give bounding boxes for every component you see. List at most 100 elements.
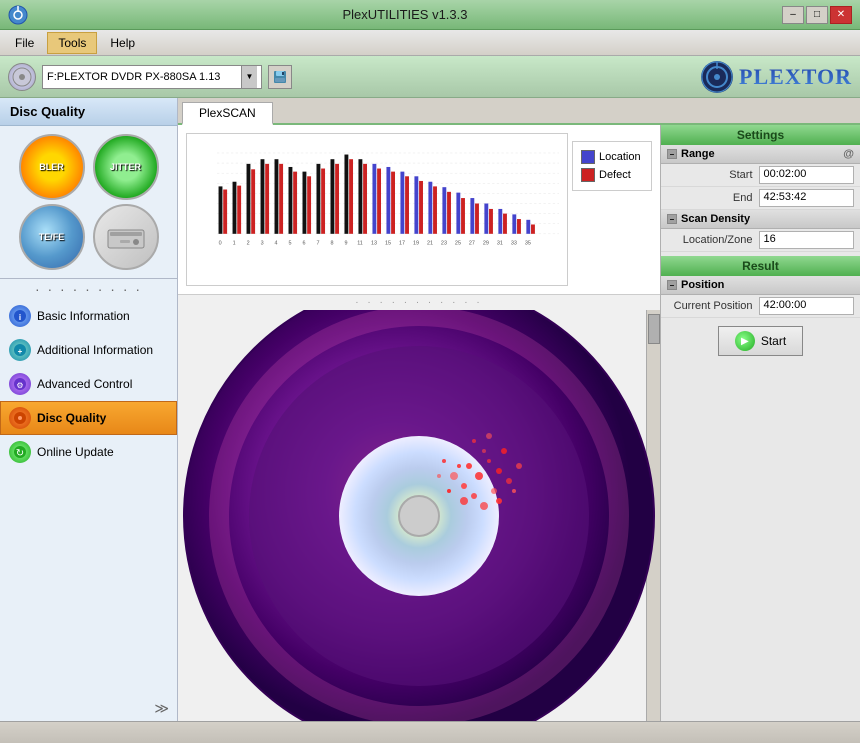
disc-visualization <box>179 310 659 721</box>
bar-group-20 <box>498 209 507 234</box>
bar-group-2 <box>247 164 256 234</box>
bar-group-19 <box>484 204 493 234</box>
drive-label: F:PLEXTOR DVDR PX-880SA 1.13 <box>47 71 220 83</box>
start-btn-container: ▶ Start <box>661 318 860 364</box>
sidebar-item-disc-quality[interactable]: Disc Quality <box>0 401 177 435</box>
at-icon: @ <box>843 148 854 160</box>
start-icon: ▶ <box>735 331 755 351</box>
nav-label-additional-information: Additional Information <box>37 343 153 357</box>
main-content-split: 16 14 12 10 8 6 4 2 0 <box>178 125 860 721</box>
window-controls: – □ ✕ <box>782 6 852 24</box>
start-value[interactable]: 00:02:00 <box>759 166 855 184</box>
svg-text:⚙: ⚙ <box>16 381 23 390</box>
nav-icon-additional: + <box>9 339 31 361</box>
center-content: 16 14 12 10 8 6 4 2 0 <box>178 125 660 721</box>
nav-icon-online-update: ↻ <box>9 441 31 463</box>
bler-button[interactable]: BLER <box>19 134 85 200</box>
nav-icon-basic: i <box>9 305 31 327</box>
sidebar-icon-row-1: BLER JITTER <box>19 134 159 200</box>
sidebar: Disc Quality BLER JITTER TE/FE <box>0 98 178 721</box>
drive-icon <box>8 63 36 91</box>
nav-label-online-update: Online Update <box>37 445 114 459</box>
settings-header: Settings <box>661 125 860 145</box>
svg-text:29: 29 <box>483 241 489 247</box>
minimize-button[interactable]: – <box>782 6 804 24</box>
drive-button[interactable] <box>93 204 159 270</box>
bar-group-7 <box>316 164 325 234</box>
range-collapse-btn[interactable]: – <box>667 149 677 159</box>
start-button[interactable]: ▶ Start <box>718 326 803 356</box>
svg-text:13: 13 <box>371 241 377 247</box>
start-row: Start 00:02:00 <box>661 164 860 187</box>
scan-density-collapse-btn[interactable]: – <box>667 214 677 224</box>
title-bar: PlexUTILITIES v1.3.3 – □ ✕ <box>0 0 860 30</box>
plextor-logo: PLEXTOR <box>701 61 852 93</box>
app-icon <box>8 5 28 25</box>
legend-location: Location <box>581 150 641 164</box>
chart-dotted-separator: · · · · · · · · · · · <box>178 295 660 310</box>
location-zone-value[interactable]: 16 <box>759 231 855 249</box>
current-position-value: 42:00:00 <box>759 297 855 315</box>
jitter-button[interactable]: JITTER <box>93 134 159 200</box>
position-label: Position <box>681 279 724 291</box>
bar-group-22 <box>526 220 535 234</box>
sidebar-dots: · · · · · · · · · <box>0 279 177 299</box>
position-group-header: – Position <box>661 276 860 295</box>
scan-density-header: – Scan Density <box>661 210 860 229</box>
svg-text:6: 6 <box>303 241 306 247</box>
svg-text:17: 17 <box>399 241 405 247</box>
bar-group-15 <box>428 182 437 234</box>
drive-dropdown-arrow[interactable]: ▼ <box>241 66 257 88</box>
right-panel: Settings – Range @ Start 00:02:00 End 42… <box>660 125 860 721</box>
chart-svg: 16 14 12 10 8 6 4 2 0 <box>217 142 559 265</box>
legend-location-color <box>581 150 595 164</box>
bar-group-14 <box>414 176 423 234</box>
range-group-header: – Range @ <box>661 145 860 164</box>
drive-svg-icon <box>106 222 146 252</box>
menu-item-tools[interactable]: Tools <box>47 32 97 54</box>
app-title: PlexUTILITIES v1.3.3 <box>28 7 782 22</box>
svg-text:23: 23 <box>441 241 447 247</box>
result-header: Result <box>661 256 860 276</box>
range-label: Range <box>681 148 715 160</box>
bar-group-17 <box>456 193 465 234</box>
bar-group-9 <box>344 155 353 234</box>
tefe-label: TE/FE <box>39 232 65 242</box>
restore-button[interactable]: □ <box>806 6 828 24</box>
svg-text:8: 8 <box>331 241 334 247</box>
bler-label: BLER <box>39 162 64 172</box>
bar-group-4 <box>275 159 284 234</box>
main-layout: Disc Quality BLER JITTER TE/FE <box>0 98 860 721</box>
location-zone-label: Location/Zone <box>667 234 759 246</box>
tab-plexscan[interactable]: PlexSCAN <box>182 102 273 125</box>
current-position-row: Current Position 42:00:00 <box>661 295 860 318</box>
bar-group-8 <box>330 159 339 234</box>
svg-text:19: 19 <box>413 241 419 247</box>
drive-selector[interactable]: F:PLEXTOR DVDR PX-880SA 1.13 ▼ <box>42 65 262 89</box>
nav-label-advanced-control: Advanced Control <box>37 377 132 391</box>
svg-text:5: 5 <box>289 241 292 247</box>
sidebar-item-additional-information[interactable]: + Additional Information <box>0 333 177 367</box>
svg-text:25: 25 <box>455 241 461 247</box>
position-collapse-btn[interactable]: – <box>667 280 677 290</box>
menu-item-help[interactable]: Help <box>99 32 146 54</box>
svg-text:0: 0 <box>219 241 222 247</box>
svg-text:7: 7 <box>317 241 320 247</box>
svg-text:33: 33 <box>511 241 517 247</box>
sidebar-item-online-update[interactable]: ↻ Online Update <box>0 435 177 469</box>
sidebar-icon-row-2: TE/FE <box>19 204 159 270</box>
sidebar-expand-arrow[interactable]: ≫ <box>0 696 177 721</box>
sidebar-item-basic-information[interactable]: i Basic Information <box>0 299 177 333</box>
legend-defect: Defect <box>581 168 631 182</box>
start-label-text: Start <box>761 334 786 348</box>
svg-text:9: 9 <box>345 241 348 247</box>
toolbar: F:PLEXTOR DVDR PX-880SA 1.13 ▼ PLEXTOR <box>0 56 860 98</box>
sidebar-item-advanced-control[interactable]: ⚙ Advanced Control <box>0 367 177 401</box>
bar-group-1 <box>233 182 242 234</box>
menu-item-file[interactable]: File <box>4 32 45 54</box>
tefe-button[interactable]: TE/FE <box>19 204 85 270</box>
save-button[interactable] <box>268 65 292 89</box>
end-value[interactable]: 42:53:42 <box>759 189 855 207</box>
close-button[interactable]: ✕ <box>830 6 852 24</box>
end-row: End 42:53:42 <box>661 187 860 210</box>
